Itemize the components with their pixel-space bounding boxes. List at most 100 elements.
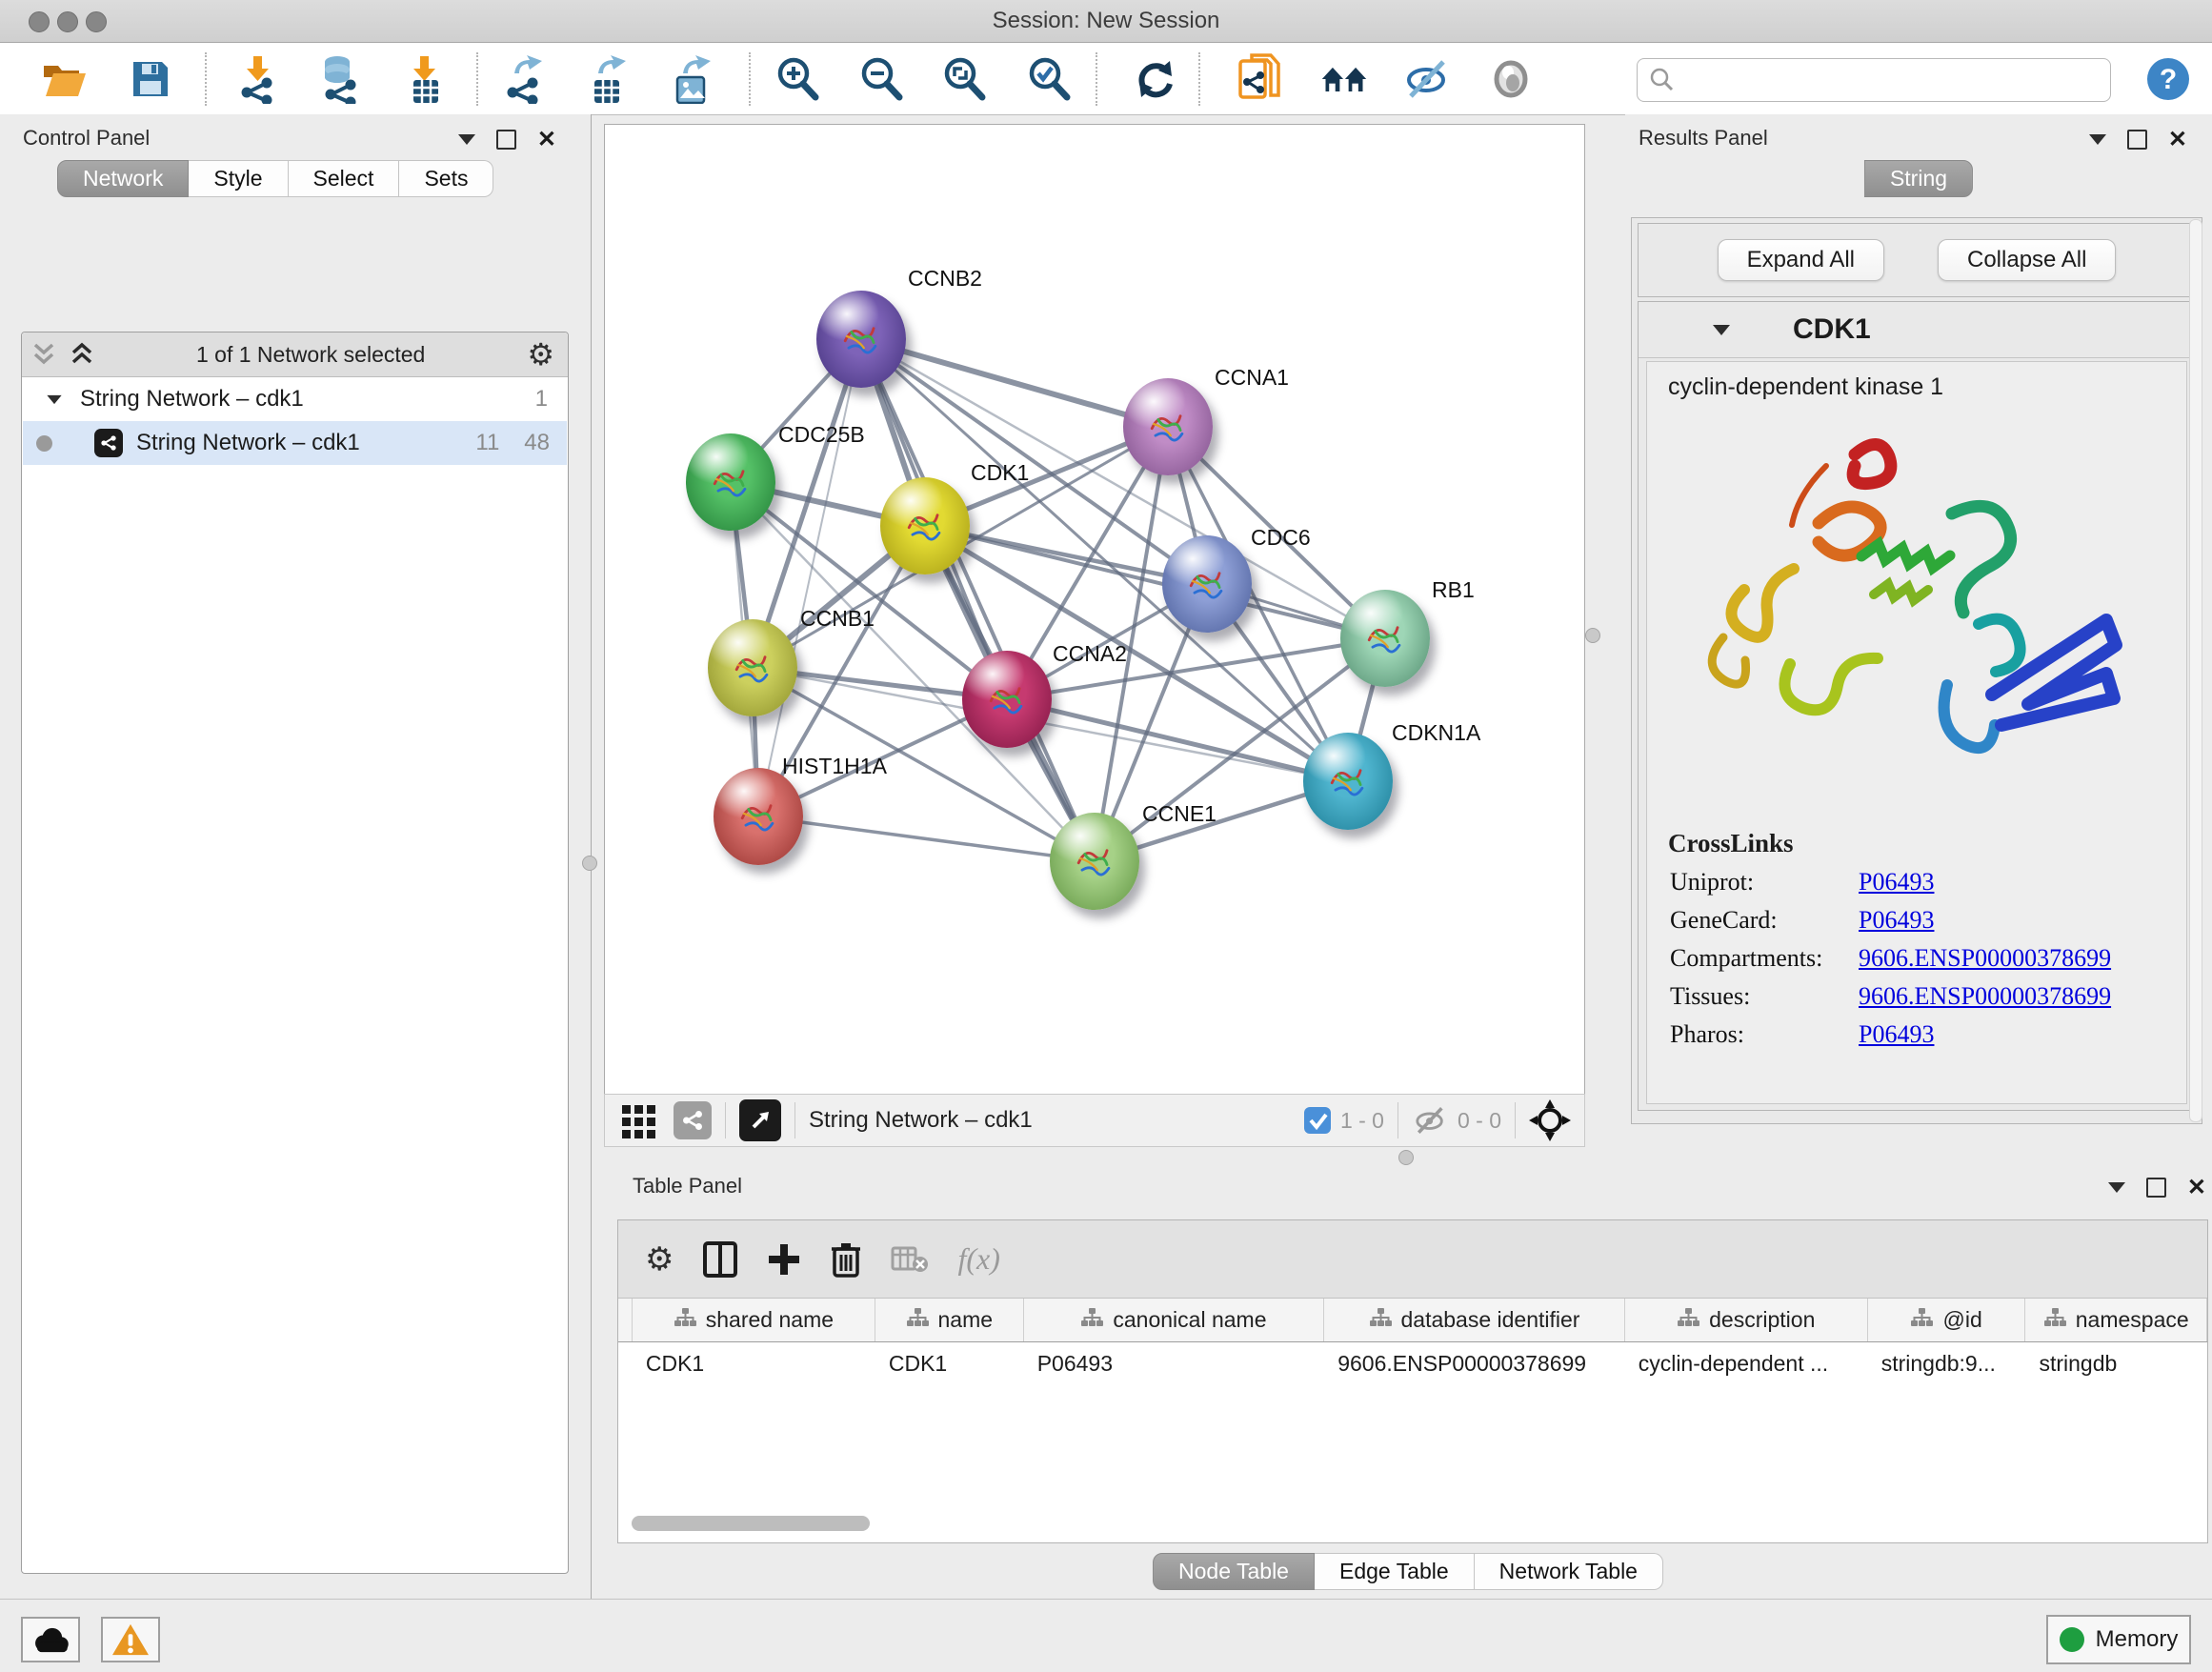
table-cell[interactable]: stringdb:9... — [1868, 1342, 2026, 1384]
close-panel-icon[interactable]: ✕ — [537, 131, 556, 148]
import-network-icon[interactable] — [233, 56, 283, 102]
tab-select[interactable]: Select — [289, 160, 400, 197]
gene-section-header[interactable]: CDK1 — [1639, 302, 2195, 358]
table-cell[interactable]: stringdb — [2025, 1342, 2207, 1384]
column-header-description[interactable]: description — [1625, 1299, 1868, 1341]
maximize-panel-icon[interactable] — [2127, 130, 2147, 150]
collection-expand-icon[interactable] — [47, 394, 61, 403]
network-node-CCNB2[interactable] — [816, 291, 906, 388]
hide-unhide-icon[interactable] — [1403, 56, 1453, 102]
results-scrollbar[interactable] — [2189, 219, 2202, 1122]
import-database-icon[interactable] — [314, 56, 364, 102]
column-header-canonical-name[interactable]: canonical name — [1024, 1299, 1325, 1341]
network-row[interactable]: String Network – cdk1 11 48 — [23, 421, 567, 465]
home-network-icon[interactable] — [1319, 56, 1369, 102]
network-node-CCNB1[interactable] — [708, 619, 797, 716]
birdseye-view-icon[interactable] — [739, 1099, 781, 1141]
crosslink-link[interactable]: P06493 — [1859, 1020, 1934, 1049]
column-header-namespace[interactable]: namespace — [2025, 1299, 2207, 1341]
show-columns-icon[interactable] — [702, 1240, 738, 1279]
left-splitter-handle[interactable] — [582, 856, 597, 871]
zoom-selected-icon[interactable] — [1025, 56, 1075, 102]
zoom-fit-icon[interactable] — [940, 56, 990, 102]
expand-all-icon[interactable] — [70, 341, 94, 368]
network-canvas[interactable]: CCNB2CCNA1CDC25BCDK1CDC6RB1CCNB1CCNA2CDK… — [604, 124, 1585, 1096]
tab-string[interactable]: String — [1864, 160, 1973, 197]
close-panel-icon[interactable]: ✕ — [2168, 131, 2187, 148]
table-row[interactable]: CDK1CDK1P064939606.ENSP00000378699cyclin… — [618, 1342, 2207, 1384]
gene-collapse-icon[interactable] — [1713, 325, 1730, 335]
tab-node-table[interactable]: Node Table — [1153, 1553, 1315, 1590]
network-view-mode-icon[interactable] — [674, 1101, 712, 1139]
tab-network-table[interactable]: Network Table — [1475, 1553, 1663, 1590]
fit-content-crosshair-icon[interactable] — [1529, 1099, 1571, 1141]
float-panel-icon[interactable] — [458, 134, 475, 145]
save-session-icon[interactable] — [126, 56, 175, 102]
table-options-gear-icon[interactable]: ⚙ — [645, 1243, 674, 1276]
network-node-RB1[interactable] — [1340, 590, 1430, 687]
table-hscrollbar[interactable] — [632, 1516, 870, 1531]
delete-table-icon[interactable] — [891, 1244, 929, 1275]
import-table-icon[interactable] — [400, 56, 450, 102]
edge-CCNB2-CCNE1[interactable] — [861, 339, 1095, 861]
hidden-eye-icon[interactable] — [1412, 1104, 1450, 1137]
cloud-button[interactable] — [21, 1617, 80, 1662]
search-input[interactable] — [1681, 67, 2110, 93]
refresh-icon[interactable] — [1131, 56, 1180, 102]
export-table-icon[interactable] — [583, 56, 633, 102]
help-icon[interactable]: ? — [2143, 56, 2193, 102]
crosslink-link[interactable]: 9606.ENSP00000378699 — [1859, 982, 2111, 1011]
tab-edge-table[interactable]: Edge Table — [1315, 1553, 1475, 1590]
tab-network[interactable]: Network — [57, 160, 189, 197]
column-header-name[interactable]: name — [875, 1299, 1024, 1341]
memory-button[interactable]: Memory — [2046, 1615, 2191, 1664]
add-column-icon[interactable] — [767, 1242, 801, 1277]
zoom-out-icon[interactable] — [857, 56, 907, 102]
right-splitter-handle[interactable] — [1585, 628, 1600, 643]
selected-checkbox-icon[interactable] — [1302, 1105, 1333, 1136]
network-node-HIST1H1A[interactable] — [714, 768, 803, 865]
edge-CDK1-RB1[interactable] — [925, 526, 1385, 638]
zoom-in-icon[interactable] — [774, 56, 823, 102]
delete-column-icon[interactable] — [830, 1240, 862, 1279]
network-node-CCNE1[interactable] — [1050, 813, 1139, 910]
network-node-CDK1[interactable] — [880, 477, 970, 574]
table-cell[interactable]: P06493 — [1024, 1342, 1325, 1384]
column-header-shared-name[interactable]: shared name — [633, 1299, 875, 1341]
grid-view-icon[interactable] — [620, 1101, 658, 1139]
warnings-button[interactable] — [101, 1617, 160, 1662]
export-image-icon[interactable] — [666, 56, 715, 102]
maximize-panel-icon[interactable] — [496, 130, 516, 150]
tab-style[interactable]: Style — [189, 160, 288, 197]
crosslink-link[interactable]: P06493 — [1859, 868, 1934, 896]
bottom-splitter-handle[interactable] — [1398, 1150, 1414, 1165]
tab-sets[interactable]: Sets — [399, 160, 493, 197]
show-graphics-icon[interactable] — [1486, 56, 1536, 102]
float-panel-icon[interactable] — [2108, 1182, 2125, 1193]
crosslink-link[interactable]: 9606.ENSP00000378699 — [1859, 944, 2111, 973]
collapse-all-icon[interactable] — [31, 341, 56, 368]
expand-all-button[interactable]: Expand All — [1718, 239, 1884, 281]
annotation-clipboard-icon[interactable] — [1236, 56, 1285, 102]
edge-CCNB2-CCNA1[interactable] — [861, 339, 1168, 427]
column-header-database-identifier[interactable]: database identifier — [1324, 1299, 1625, 1341]
table-cell[interactable]: CDK1 — [633, 1342, 875, 1384]
table-cell[interactable]: cyclin-dependent ... — [1625, 1342, 1868, 1384]
network-node-CCNA2[interactable] — [962, 651, 1052, 748]
export-network-icon[interactable] — [499, 56, 549, 102]
close-panel-icon[interactable]: ✕ — [2187, 1179, 2206, 1196]
table-cell[interactable]: CDK1 — [875, 1342, 1024, 1384]
network-node-CDKN1A[interactable] — [1303, 733, 1393, 830]
maximize-panel-icon[interactable] — [2146, 1178, 2166, 1198]
open-session-icon[interactable] — [40, 56, 90, 102]
collapse-all-button[interactable]: Collapse All — [1938, 239, 2116, 281]
network-node-CDC25B[interactable] — [686, 433, 775, 531]
edge-CCNB2-HIST1H1A[interactable] — [758, 339, 861, 816]
crosslink-link[interactable]: P06493 — [1859, 906, 1934, 935]
column-header-@id[interactable]: @id — [1868, 1299, 2026, 1341]
table-cell[interactable]: 9606.ENSP00000378699 — [1324, 1342, 1625, 1384]
network-node-CDC6[interactable] — [1162, 535, 1252, 633]
float-panel-icon[interactable] — [2089, 134, 2106, 145]
network-options-gear-icon[interactable]: ⚙ — [527, 340, 554, 369]
edge-HIST1H1A-CCNE1[interactable] — [758, 816, 1095, 861]
